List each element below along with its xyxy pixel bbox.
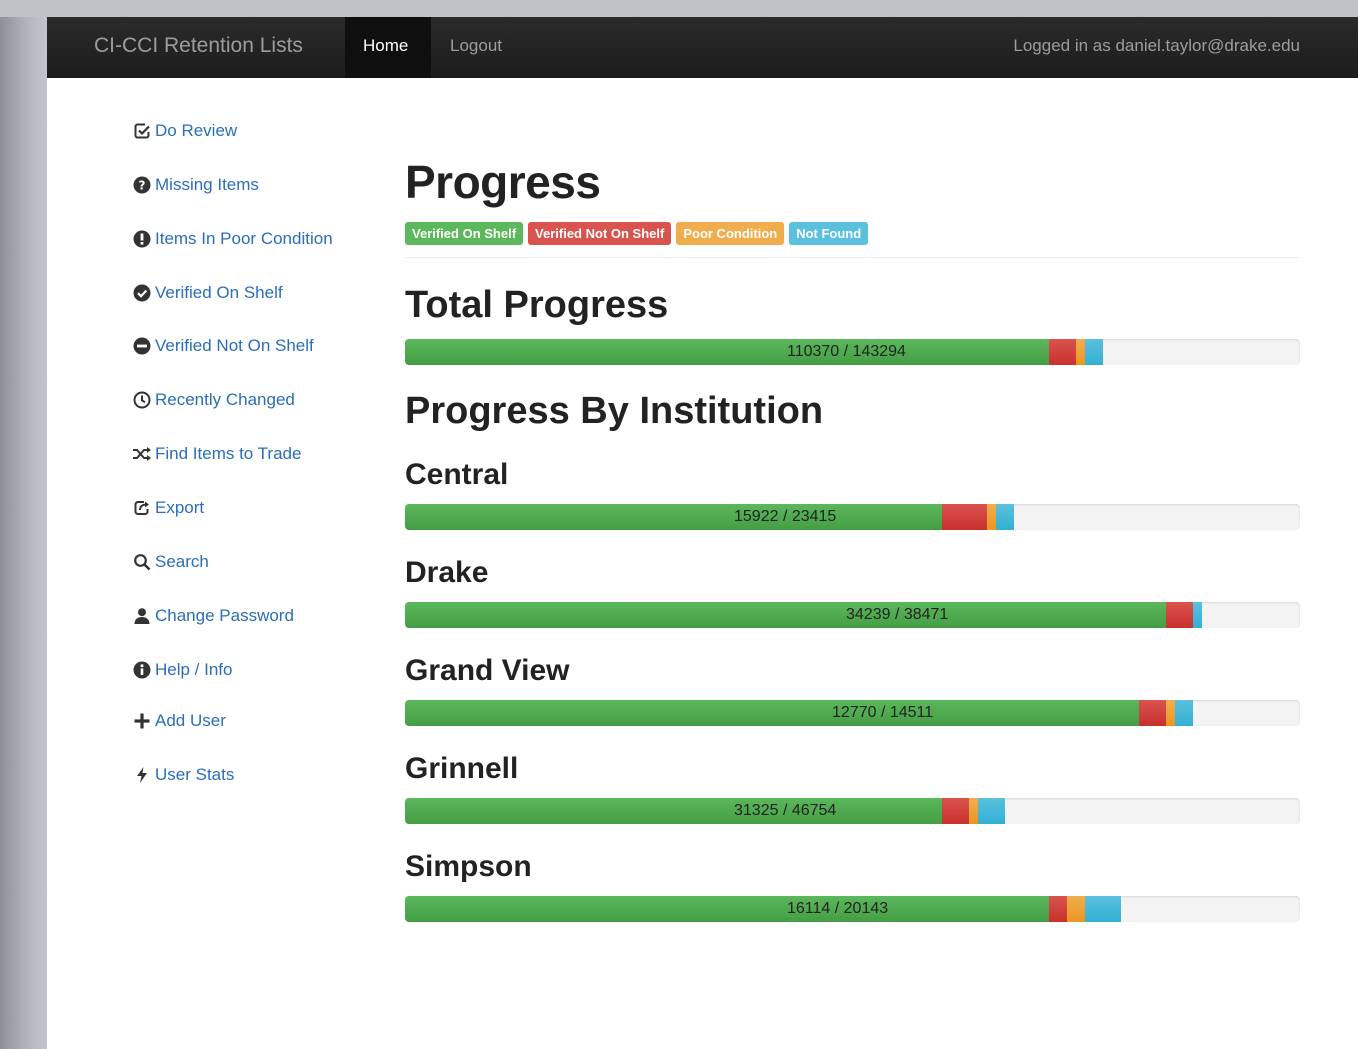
total-progress-bar: 110370 / 143294	[405, 339, 1300, 365]
sidebar-item-label: Missing Items	[155, 175, 259, 194]
check-square-icon	[132, 121, 152, 141]
sidebar-item-label: Export	[155, 498, 205, 517]
institution-progress-bar-grand-view: 12770 / 14511	[405, 700, 1300, 726]
bar-segment-not-found	[996, 504, 1014, 530]
bar-segment-verified-not-on-shelf	[1139, 700, 1166, 726]
institution-name-drake: Drake	[405, 556, 489, 589]
sidebar-item-label: Help / Info	[155, 660, 233, 679]
bar-segment-poor-condition	[1166, 700, 1175, 726]
sidebar-item-help-info[interactable]: Help / Info	[132, 658, 233, 682]
legend-badge-poor-condition: Poor Condition	[676, 222, 785, 245]
institution-progress-bar-simpson: 16114 / 20143	[405, 896, 1300, 922]
bar-segment-verified-on-shelf	[405, 896, 1049, 922]
sidebar-item-verified-not-on-shelf[interactable]: Verified Not On Shelf	[132, 334, 314, 358]
bar-segment-verified-on-shelf	[405, 798, 942, 824]
legend-badge-verified-on-shelf: Verified On Shelf	[405, 222, 524, 245]
minus-circle-icon	[132, 336, 152, 356]
info-circle-icon	[132, 660, 152, 680]
sidebar-item-search[interactable]: Search	[132, 550, 209, 574]
total-progress-heading: Total Progress	[405, 284, 669, 326]
legend-badge-verified-not-on-shelf: Verified Not On Shelf	[528, 222, 672, 245]
clock-icon	[132, 390, 152, 410]
sidebar-item-find-items-to-trade[interactable]: Find Items to Trade	[132, 442, 301, 466]
sidebar-item-do-review[interactable]: Do Review	[132, 119, 237, 143]
sidebar-item-label: Search	[155, 552, 209, 571]
bar-label: 12770 / 14511	[832, 704, 934, 721]
sidebar-item-poor-condition[interactable]: Items In Poor Condition	[132, 227, 333, 251]
page-title: Progress	[405, 156, 601, 208]
exclamation-circle-icon	[132, 229, 152, 249]
bar-segment-verified-not-on-shelf	[1166, 602, 1193, 628]
random-icon	[132, 444, 152, 464]
bar-label: 34239 / 38471	[846, 606, 949, 623]
bar-label: 15922 / 23415	[734, 508, 837, 525]
legend: Verified On Shelf Verified Not On Shelf …	[405, 222, 873, 245]
institution-name-grinnell: Grinnell	[405, 752, 519, 785]
nav-home-link[interactable]: Home	[345, 17, 431, 78]
institution-progress-bar-drake: 34239 / 38471	[405, 602, 1300, 628]
header-divider	[405, 257, 1300, 258]
sidebar-item-label: Verified On Shelf	[155, 283, 283, 302]
bar-segment-verified-on-shelf	[405, 700, 1139, 726]
sidebar-item-label: Verified Not On Shelf	[155, 336, 314, 355]
bar-segment-not-found	[1085, 339, 1103, 365]
bar-segment-verified-on-shelf	[405, 504, 942, 530]
share-icon	[132, 498, 152, 518]
bar-segment-not-found	[1175, 700, 1193, 726]
progress-by-institution-heading: Progress By Institution	[405, 390, 824, 432]
sidebar-item-label: Find Items to Trade	[155, 444, 302, 463]
institution-progress-bar-central: 15922 / 23415	[405, 504, 1300, 530]
sidebar-item-recently-changed[interactable]: Recently Changed	[132, 388, 295, 412]
navbar: CI-CCI Retention Lists Home Logout Logge…	[47, 17, 1358, 78]
bar-segment-not-found	[1085, 896, 1121, 922]
sidebar-item-user-stats[interactable]: User Stats	[132, 763, 234, 787]
bar-label: 16114 / 20143	[787, 900, 889, 917]
sidebar-item-export[interactable]: Export	[132, 496, 204, 520]
check-circle-icon	[132, 283, 152, 303]
brand[interactable]: CI-CCI Retention Lists	[94, 34, 303, 58]
nav-home-label: Home	[363, 36, 409, 55]
legend-badge-not-found: Not Found	[789, 222, 869, 245]
institution-name-central: Central	[405, 458, 509, 491]
sidebar-item-verified-on-shelf[interactable]: Verified On Shelf	[132, 281, 283, 305]
bar-segment-poor-condition	[987, 504, 996, 530]
bar-segment-verified-not-on-shelf	[942, 504, 987, 530]
bar-label: 31325 / 46754	[734, 802, 837, 819]
bar-label: 110370 / 143294	[787, 343, 906, 360]
institution-name-simpson: Simpson	[405, 850, 532, 883]
nav-logout-link[interactable]: Logout	[450, 36, 502, 56]
bar-segment-poor-condition	[1067, 896, 1085, 922]
svg-text:?: ?	[139, 179, 146, 193]
logged-in-text: Logged in as daniel.taylor@drake.edu	[1013, 36, 1300, 55]
sidebar-item-label: Recently Changed	[155, 390, 295, 409]
bar-segment-not-found	[978, 798, 1005, 824]
sidebar-item-label: Items In Poor Condition	[155, 229, 333, 248]
sidebar-item-label: Change Password	[155, 606, 294, 625]
sidebar-item-label: User Stats	[155, 765, 235, 784]
user-icon	[132, 606, 152, 626]
sidebar-item-label: Add User	[155, 711, 226, 730]
sidebar-item-label: Do Review	[155, 121, 238, 140]
institution-progress-bar-grinnell: 31325 / 46754	[405, 798, 1300, 824]
question-circle-icon: ?	[132, 175, 152, 195]
bar-segment-verified-on-shelf	[405, 339, 1049, 365]
bar-segment-verified-on-shelf	[405, 602, 1166, 628]
sidebar-item-change-password[interactable]: Change Password	[132, 604, 294, 628]
bar-segment-poor-condition	[1076, 339, 1085, 365]
bar-segment-not-found	[1193, 602, 1202, 628]
bar-segment-verified-not-on-shelf	[942, 798, 969, 824]
flash-icon	[132, 765, 152, 785]
screen-top-edge	[0, 0, 1358, 17]
plus-icon	[132, 711, 152, 731]
search-icon	[132, 552, 152, 572]
bar-segment-verified-not-on-shelf	[1049, 339, 1076, 365]
institution-name-grand-view: Grand View	[405, 654, 570, 687]
browser-window: CI-CCI Retention Lists Home Logout Logge…	[47, 17, 1358, 1049]
bar-segment-verified-not-on-shelf	[1049, 896, 1067, 922]
sidebar-item-missing-items[interactable]: ? Missing Items	[132, 173, 259, 197]
sidebar-item-add-user[interactable]: Add User	[132, 709, 226, 733]
bar-segment-poor-condition	[969, 798, 978, 824]
